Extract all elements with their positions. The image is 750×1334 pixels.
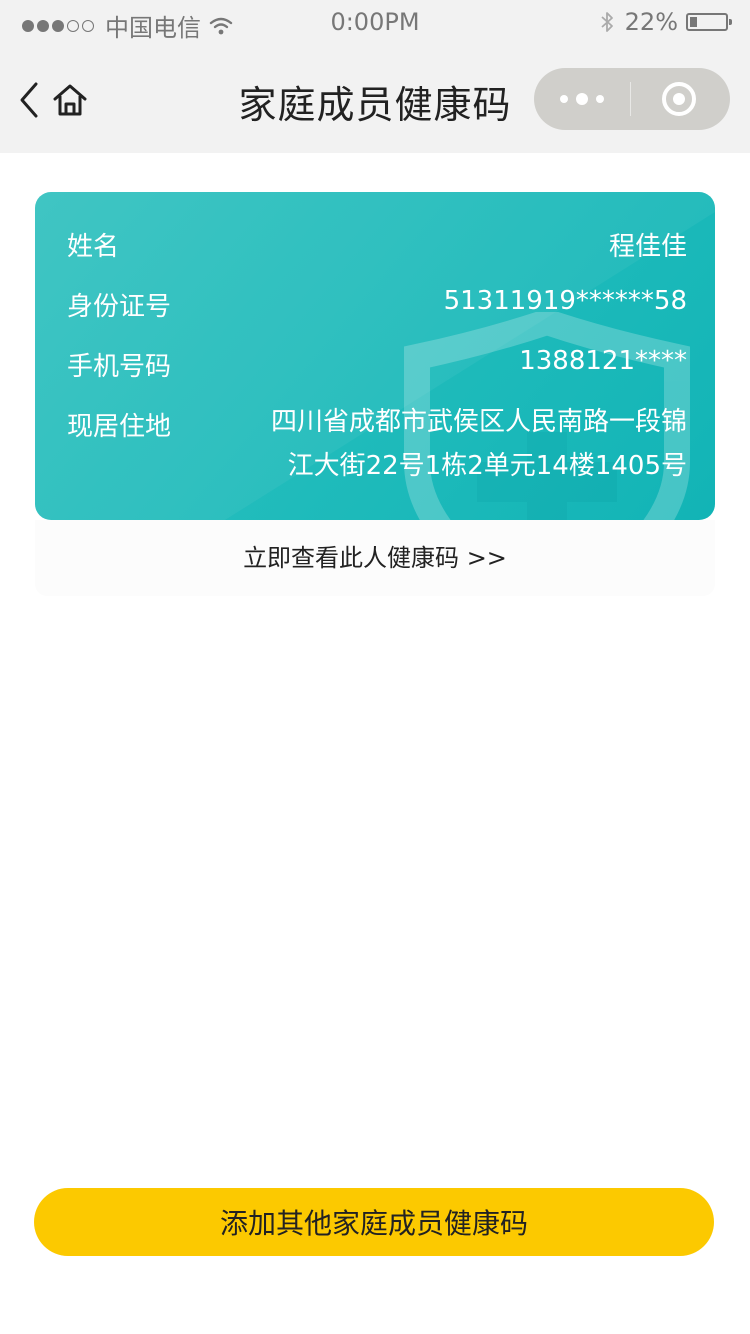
battery-fill bbox=[690, 17, 697, 27]
member-card[interactable]: 姓名 程佳佳 身份证号 51311919******58 手机号码 138812… bbox=[35, 192, 715, 520]
battery-percent: 22% bbox=[624, 8, 678, 36]
address-label: 现居住地 bbox=[67, 412, 172, 442]
battery-icon bbox=[686, 13, 732, 31]
name-value: 程佳佳 bbox=[608, 232, 687, 262]
view-health-code-link[interactable]: 立即查看此人健康码 >> bbox=[35, 520, 715, 596]
status-bar: 中国电信 0:00PM 22% bbox=[0, 0, 750, 44]
close-target-icon[interactable] bbox=[662, 82, 696, 116]
mini-program-capsule bbox=[534, 68, 730, 130]
phone-label: 手机号码 bbox=[67, 352, 172, 382]
more-dots-icon[interactable] bbox=[534, 68, 630, 130]
capsule-divider bbox=[630, 82, 631, 116]
address-value: 四川省成都市武侯区人民南路一段锦江大街22号1栋2单元14楼1405号 bbox=[270, 407, 687, 481]
add-family-member-button[interactable]: 添加其他家庭成员健康码 bbox=[34, 1188, 714, 1256]
id-value: 51311919******58 bbox=[443, 286, 687, 316]
phone-value: 1388121**** bbox=[519, 346, 687, 376]
name-label: 姓名 bbox=[67, 232, 120, 262]
navigation-bar: 家庭成员健康码 bbox=[0, 44, 750, 153]
id-label: 身份证号 bbox=[67, 292, 172, 322]
bluetooth-icon bbox=[601, 12, 613, 32]
status-right: 22% bbox=[599, 8, 732, 36]
